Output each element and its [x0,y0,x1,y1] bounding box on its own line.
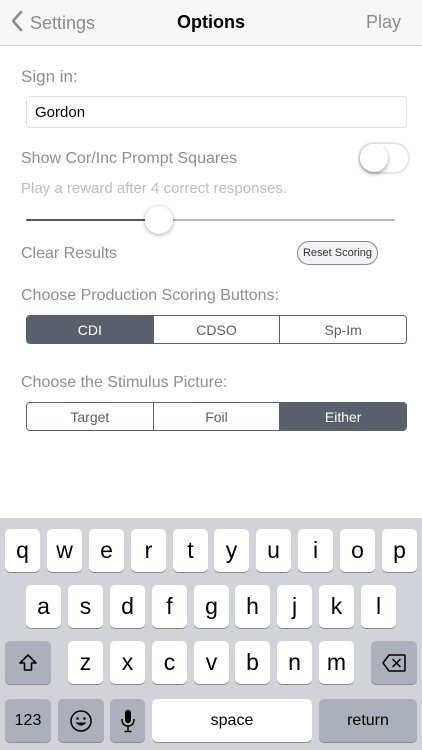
key-f[interactable]: f [152,585,187,628]
key-g[interactable]: g [194,585,229,628]
page-title: Options [177,12,245,32]
sign-in-input[interactable] [27,97,406,127]
segment-target[interactable]: Target [27,403,154,430]
microphone-key[interactable] [110,699,145,742]
key-p[interactable]: p [382,529,417,572]
numbers-key[interactable]: 123 [5,699,51,742]
key-h[interactable]: h [235,585,270,628]
key-n[interactable]: n [277,641,312,684]
key-d[interactable]: d [110,585,145,628]
toggle-knob [360,144,388,172]
backspace-key[interactable] [371,641,417,684]
emoji-key[interactable] [58,699,104,742]
segment-foil[interactable]: Foil [153,403,281,430]
key-l[interactable]: l [361,585,396,628]
segment-cdi[interactable]: CDI [27,316,154,343]
key-x[interactable]: x [110,641,145,684]
production-scoring-segmented-control: CDI CDSO Sp-Im [26,315,407,344]
space-key[interactable]: space [152,699,312,742]
key-y[interactable]: y [214,529,249,572]
key-v[interactable]: v [194,641,229,684]
key-w[interactable]: w [47,529,82,572]
prompt-squares-label: Show Cor/Inc Prompt Squares [21,150,238,167]
clear-results-label: Clear Results [21,245,118,262]
slider-track-filled [26,219,159,221]
keyboard: q w e r t y u i o p a s d f g h j k l z … [0,518,422,750]
key-c[interactable]: c [152,641,187,684]
return-key[interactable]: return [319,699,417,742]
shift-key[interactable] [5,641,51,684]
key-u[interactable]: u [256,529,291,572]
key-s[interactable]: s [68,585,103,628]
key-k[interactable]: k [319,585,354,628]
prompt-squares-toggle[interactable] [358,142,410,174]
microphone-icon [120,709,135,733]
key-z[interactable]: z [68,641,103,684]
key-o[interactable]: o [340,529,375,572]
segment-cdso[interactable]: CDSO [153,316,281,343]
slider-thumb[interactable] [144,206,173,234]
production-scoring-label: Choose Production Scoring Buttons: [21,287,279,304]
key-e[interactable]: e [89,529,124,572]
key-a[interactable]: a [26,585,61,628]
reset-scoring-button[interactable]: Reset Scoring [297,241,378,265]
play-button[interactable]: Play [366,12,401,33]
sign-in-label: Sign in: [21,67,78,86]
emoji-icon [69,709,93,733]
segment-either[interactable]: Either [280,403,406,430]
navigation-bar: Settings Options Play [0,0,422,46]
key-t[interactable]: t [173,529,208,572]
reward-slider[interactable] [26,205,395,235]
key-j[interactable]: j [277,585,312,628]
sign-in-field-container [26,96,407,128]
key-i[interactable]: i [298,529,333,572]
key-m[interactable]: m [319,641,354,684]
reward-label: Play a reward after 4 correct responses. [21,180,287,197]
segment-sp-im[interactable]: Sp-Im [280,316,406,343]
slider-track-empty [158,219,395,221]
stimulus-picture-label: Choose the Stimulus Picture: [21,374,228,391]
key-b[interactable]: b [235,641,270,684]
key-q[interactable]: q [5,529,40,572]
backspace-icon [382,653,406,672]
key-r[interactable]: r [131,529,166,572]
shift-icon [18,653,38,673]
stimulus-picture-segmented-control: Target Foil Either [26,402,407,431]
